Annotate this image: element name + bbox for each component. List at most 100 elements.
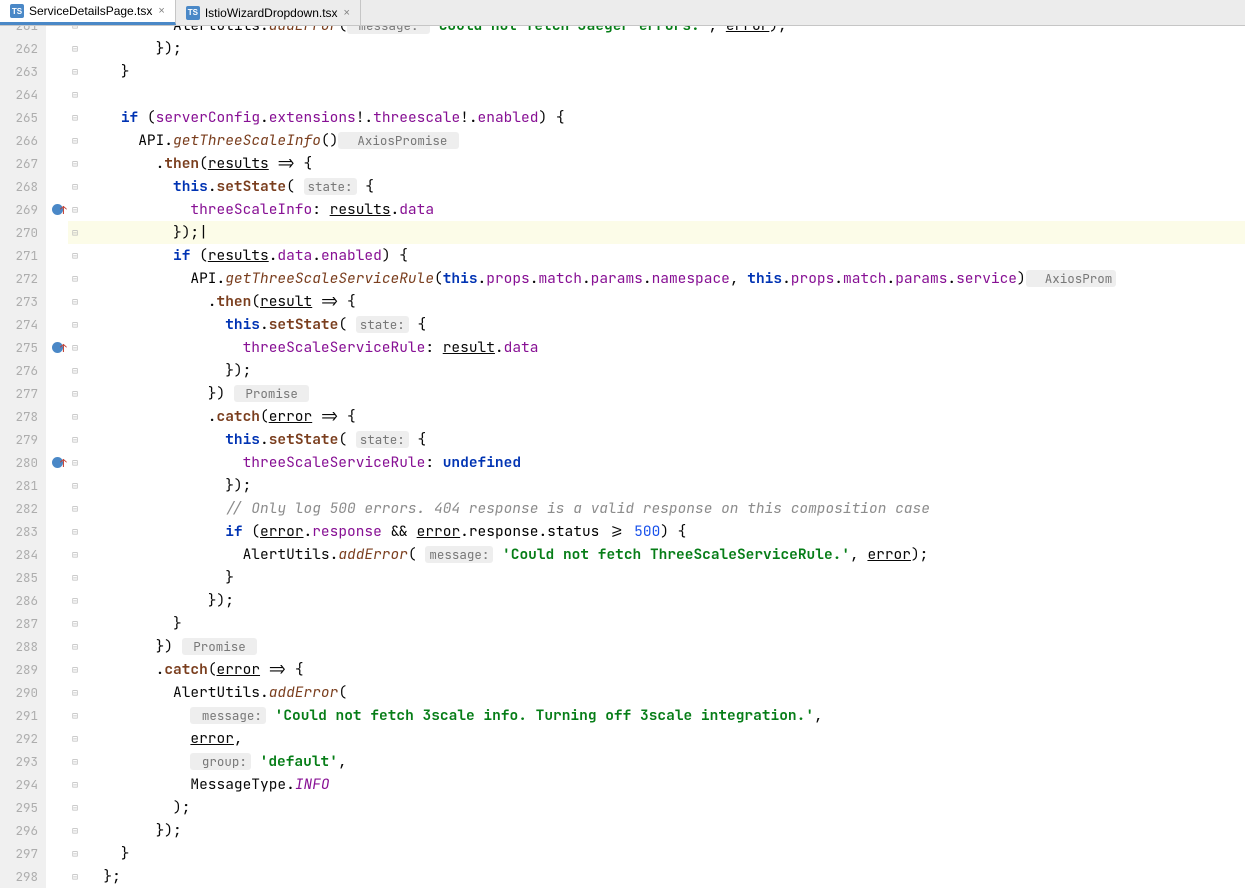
- code-line[interactable]: 269⊟ threeScaleInfo: results.data: [0, 198, 1245, 221]
- fold-indicator[interactable]: ⊟: [68, 635, 82, 658]
- gutter-marker[interactable]: [46, 520, 68, 543]
- code-line[interactable]: 264⊟: [0, 83, 1245, 106]
- gutter-marker[interactable]: [46, 497, 68, 520]
- gutter-marker[interactable]: [46, 543, 68, 566]
- code-line[interactable]: 295⊟ );: [0, 796, 1245, 819]
- fold-indicator[interactable]: ⊟: [68, 727, 82, 750]
- gutter-marker[interactable]: [46, 221, 68, 244]
- fold-indicator[interactable]: ⊟: [68, 290, 82, 313]
- gutter-marker[interactable]: [46, 750, 68, 773]
- code-line[interactable]: 289⊟ .catch(error => {: [0, 658, 1245, 681]
- fold-indicator[interactable]: ⊟: [68, 60, 82, 83]
- code-line[interactable]: 262⊟ });: [0, 37, 1245, 60]
- gutter-marker[interactable]: [46, 635, 68, 658]
- code-area[interactable]: 261⊟ AlertUtils.addError( message: 'Coul…: [0, 26, 1245, 888]
- fold-indicator[interactable]: ⊟: [68, 37, 82, 60]
- code-line[interactable]: 285⊟ }: [0, 566, 1245, 589]
- fold-indicator[interactable]: ⊟: [68, 612, 82, 635]
- fold-indicator[interactable]: ⊟: [68, 566, 82, 589]
- code-line[interactable]: 297⊟ }: [0, 842, 1245, 865]
- fold-indicator[interactable]: ⊟: [68, 819, 82, 842]
- code-line[interactable]: 291⊟ message: 'Could not fetch 3scale in…: [0, 704, 1245, 727]
- fold-indicator[interactable]: ⊟: [68, 175, 82, 198]
- gutter-marker[interactable]: [46, 727, 68, 750]
- code-line[interactable]: 290⊟ AlertUtils.addError(: [0, 681, 1245, 704]
- gutter-marker[interactable]: [46, 451, 68, 474]
- gutter-marker[interactable]: [46, 83, 68, 106]
- code-line[interactable]: 293⊟ group: 'default',: [0, 750, 1245, 773]
- fold-indicator[interactable]: ⊟: [68, 152, 82, 175]
- fold-indicator[interactable]: ⊟: [68, 497, 82, 520]
- gutter-marker[interactable]: [46, 589, 68, 612]
- code-line[interactable]: 288⊟ }) Promise: [0, 635, 1245, 658]
- gutter-marker[interactable]: [46, 37, 68, 60]
- fold-indicator[interactable]: ⊟: [68, 451, 82, 474]
- gutter-marker[interactable]: [46, 681, 68, 704]
- fold-indicator[interactable]: ⊟: [68, 428, 82, 451]
- gutter-marker[interactable]: [46, 566, 68, 589]
- fold-indicator[interactable]: ⊟: [68, 750, 82, 773]
- fold-indicator[interactable]: ⊟: [68, 773, 82, 796]
- code-line[interactable]: 287⊟ }: [0, 612, 1245, 635]
- fold-indicator[interactable]: ⊟: [68, 198, 82, 221]
- fold-indicator[interactable]: ⊟: [68, 26, 82, 37]
- gutter-marker[interactable]: [46, 382, 68, 405]
- fold-indicator[interactable]: ⊟: [68, 704, 82, 727]
- code-line[interactable]: 282⊟ // Only log 500 errors. 404 respons…: [0, 497, 1245, 520]
- fold-indicator[interactable]: ⊟: [68, 83, 82, 106]
- gutter-marker[interactable]: [46, 106, 68, 129]
- fold-indicator[interactable]: ⊟: [68, 796, 82, 819]
- code-line[interactable]: 268⊟ this.setState( state: {: [0, 175, 1245, 198]
- code-line[interactable]: 270⊟ });|: [0, 221, 1245, 244]
- fold-indicator[interactable]: ⊟: [68, 658, 82, 681]
- code-line[interactable]: 280⊟ threeScaleServiceRule: undefined: [0, 451, 1245, 474]
- gutter-marker[interactable]: [46, 244, 68, 267]
- close-icon[interactable]: ×: [158, 5, 164, 17]
- code-line[interactable]: 281⊟ });: [0, 474, 1245, 497]
- gutter-marker[interactable]: [46, 474, 68, 497]
- gutter-marker[interactable]: [46, 819, 68, 842]
- gutter-marker[interactable]: [46, 175, 68, 198]
- code-line[interactable]: 274⊟ this.setState( state: {: [0, 313, 1245, 336]
- gutter-marker[interactable]: [46, 842, 68, 865]
- tab-service-details[interactable]: TS ServiceDetailsPage.tsx ×: [0, 0, 176, 25]
- gutter-marker[interactable]: [46, 704, 68, 727]
- code-line[interactable]: 273⊟ .then(result => {: [0, 290, 1245, 313]
- fold-indicator[interactable]: ⊟: [68, 336, 82, 359]
- gutter-marker[interactable]: [46, 612, 68, 635]
- code-line[interactable]: 296⊟ });: [0, 819, 1245, 842]
- gutter-marker[interactable]: [46, 405, 68, 428]
- code-line[interactable]: 286⊟ });: [0, 589, 1245, 612]
- code-line[interactable]: 284⊟ AlertUtils.addError( message: 'Coul…: [0, 543, 1245, 566]
- code-line[interactable]: 279⊟ this.setState( state: {: [0, 428, 1245, 451]
- gutter-marker[interactable]: [46, 336, 68, 359]
- code-line[interactable]: 271⊟ if (results.data.enabled) {: [0, 244, 1245, 267]
- close-icon[interactable]: ×: [344, 7, 350, 19]
- code-line[interactable]: 292⊟ error,: [0, 727, 1245, 750]
- fold-indicator[interactable]: ⊟: [68, 382, 82, 405]
- gutter-marker[interactable]: [46, 152, 68, 175]
- code-line[interactable]: 265⊟ if (serverConfig.extensions!.threes…: [0, 106, 1245, 129]
- gutter-marker[interactable]: [46, 60, 68, 83]
- gutter-marker[interactable]: [46, 313, 68, 336]
- fold-indicator[interactable]: ⊟: [68, 106, 82, 129]
- fold-indicator[interactable]: ⊟: [68, 520, 82, 543]
- fold-indicator[interactable]: ⊟: [68, 681, 82, 704]
- gutter-marker[interactable]: [46, 290, 68, 313]
- gutter-marker[interactable]: [46, 428, 68, 451]
- fold-indicator[interactable]: ⊟: [68, 267, 82, 290]
- fold-indicator[interactable]: ⊟: [68, 865, 82, 888]
- editor[interactable]: 261⊟ AlertUtils.addError( message: 'Coul…: [0, 26, 1245, 888]
- code-line[interactable]: 275⊟ threeScaleServiceRule: result.data: [0, 336, 1245, 359]
- gutter-marker[interactable]: [46, 658, 68, 681]
- code-line[interactable]: 294⊟ MessageType.INFO: [0, 773, 1245, 796]
- gutter-marker[interactable]: [46, 198, 68, 221]
- fold-indicator[interactable]: ⊟: [68, 313, 82, 336]
- code-line[interactable]: 263⊟ }: [0, 60, 1245, 83]
- fold-indicator[interactable]: ⊟: [68, 405, 82, 428]
- fold-indicator[interactable]: ⊟: [68, 359, 82, 382]
- gutter-marker[interactable]: [46, 359, 68, 382]
- gutter-marker[interactable]: [46, 773, 68, 796]
- gutter-marker[interactable]: [46, 129, 68, 152]
- fold-indicator[interactable]: ⊟: [68, 589, 82, 612]
